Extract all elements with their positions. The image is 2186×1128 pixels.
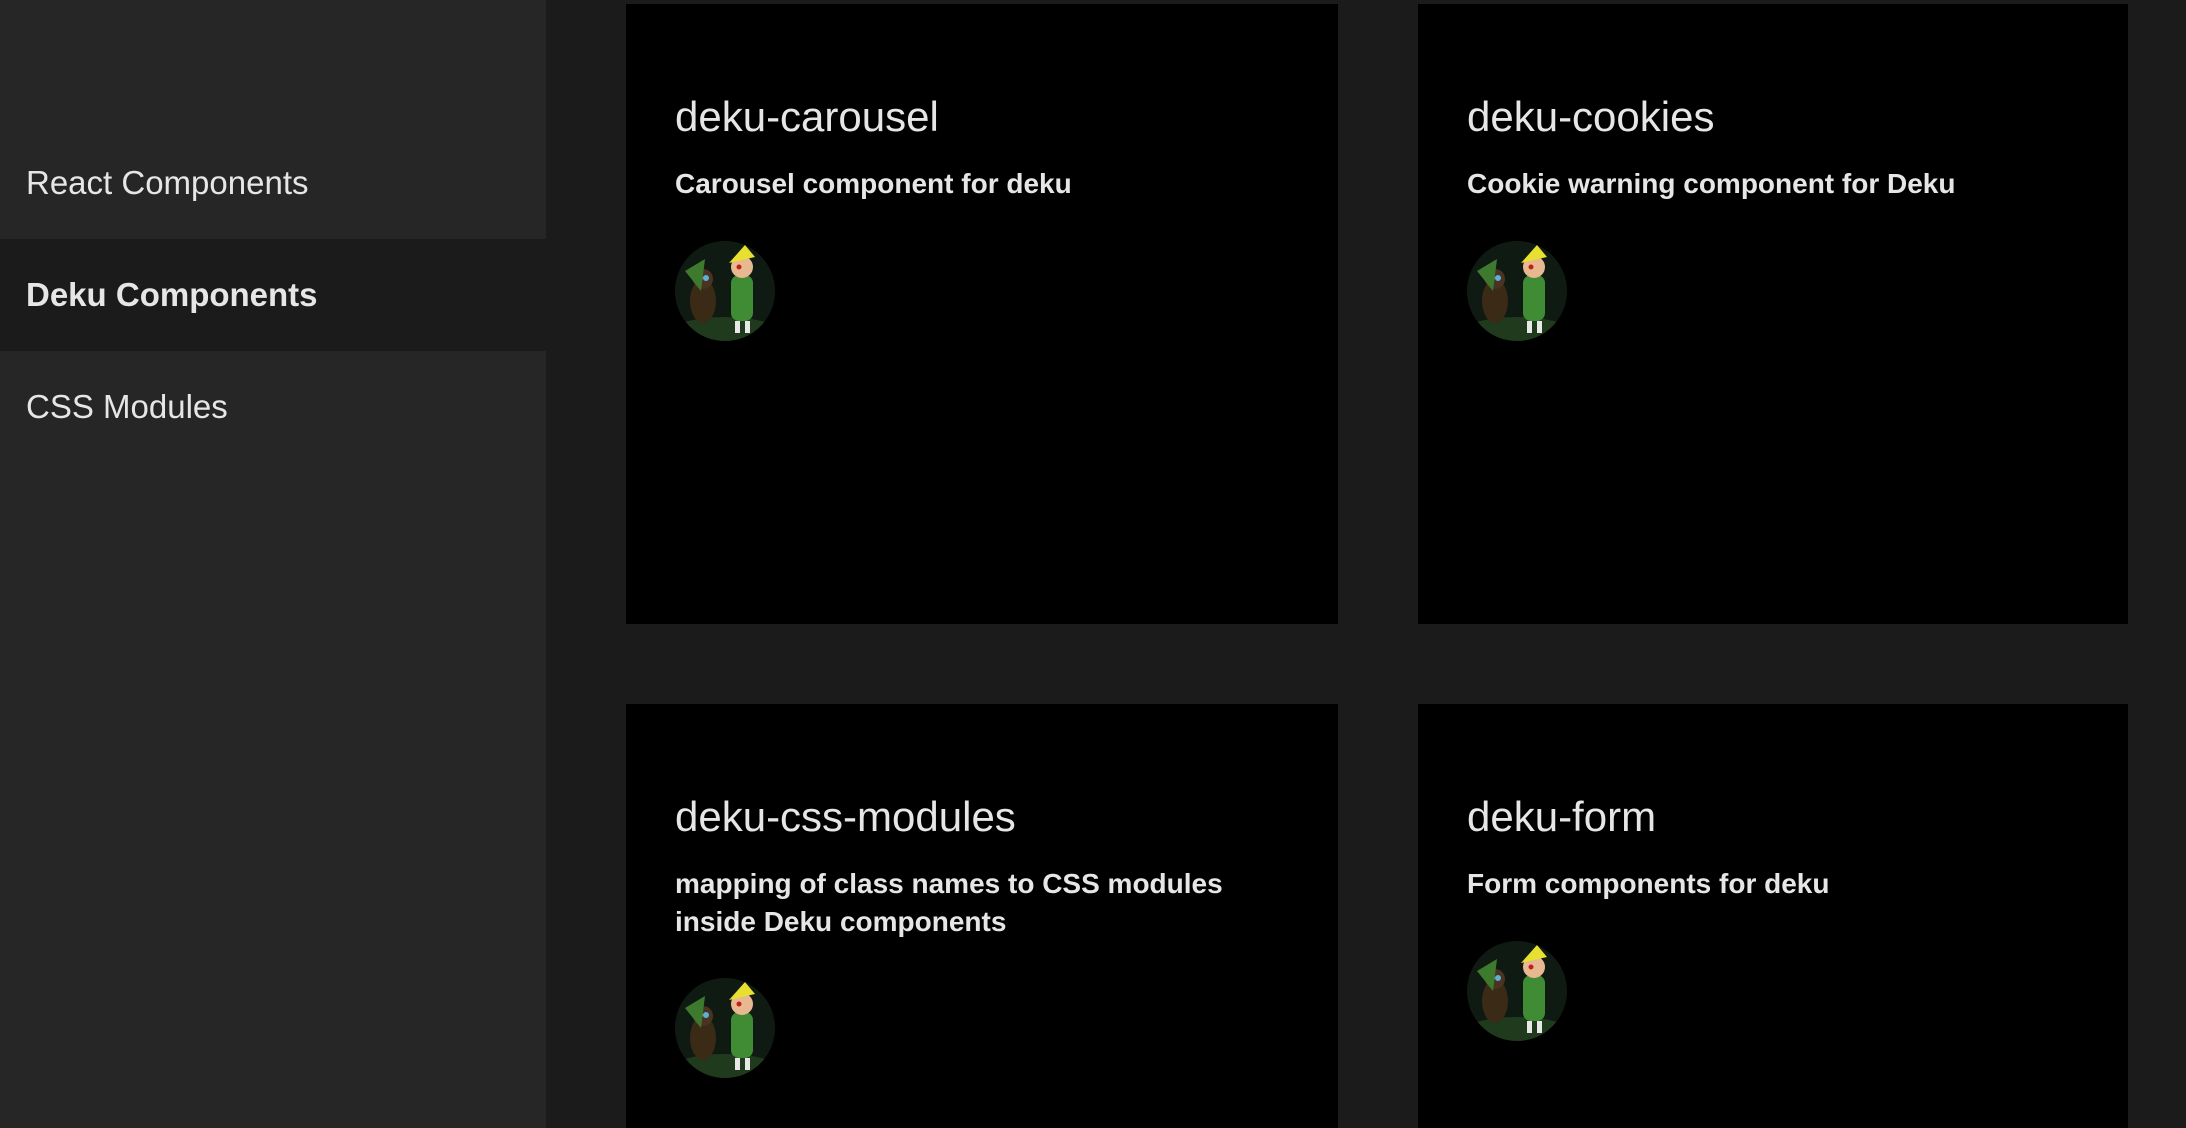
sidebar-item-label: Deku Components <box>26 276 318 313</box>
sidebar-item-label: CSS Modules <box>26 388 228 425</box>
component-card-deku-css-modules[interactable]: deku-css-modules mapping of class names … <box>626 704 1338 1128</box>
sidebar-item-css-modules[interactable]: CSS Modules <box>0 351 546 463</box>
avatar-icon[interactable] <box>1467 241 1567 341</box>
card-description: Form components for deku <box>1467 868 1830 899</box>
sidebar-item-label: React Components <box>26 164 309 201</box>
component-card-deku-form[interactable]: deku-form Form components for deku <box>1418 704 2128 1128</box>
avatar-icon[interactable] <box>1467 941 1567 1041</box>
card-title[interactable]: deku-form <box>1467 792 1656 842</box>
card-description: mapping of class names to CSS modules in… <box>675 868 1223 937</box>
sidebar: React Components Deku Components CSS Mod… <box>0 0 546 1128</box>
card-description: Carousel component for deku <box>675 168 1072 199</box>
avatar-icon[interactable] <box>675 241 775 341</box>
card-title[interactable]: deku-css-modules <box>675 792 1016 842</box>
sidebar-item-react-components[interactable]: React Components <box>0 127 546 239</box>
card-title[interactable]: deku-cookies <box>1467 92 1714 142</box>
sidebar-item-deku-components[interactable]: Deku Components <box>0 239 546 351</box>
card-title[interactable]: deku-carousel <box>675 92 939 142</box>
card-description: Cookie warning component for Deku <box>1467 168 1956 199</box>
avatar-icon[interactable] <box>675 978 775 1078</box>
component-card-deku-carousel[interactable]: deku-carousel Carousel component for dek… <box>626 4 1338 624</box>
component-card-deku-cookies[interactable]: deku-cookies Cookie warning component fo… <box>1418 4 2128 624</box>
